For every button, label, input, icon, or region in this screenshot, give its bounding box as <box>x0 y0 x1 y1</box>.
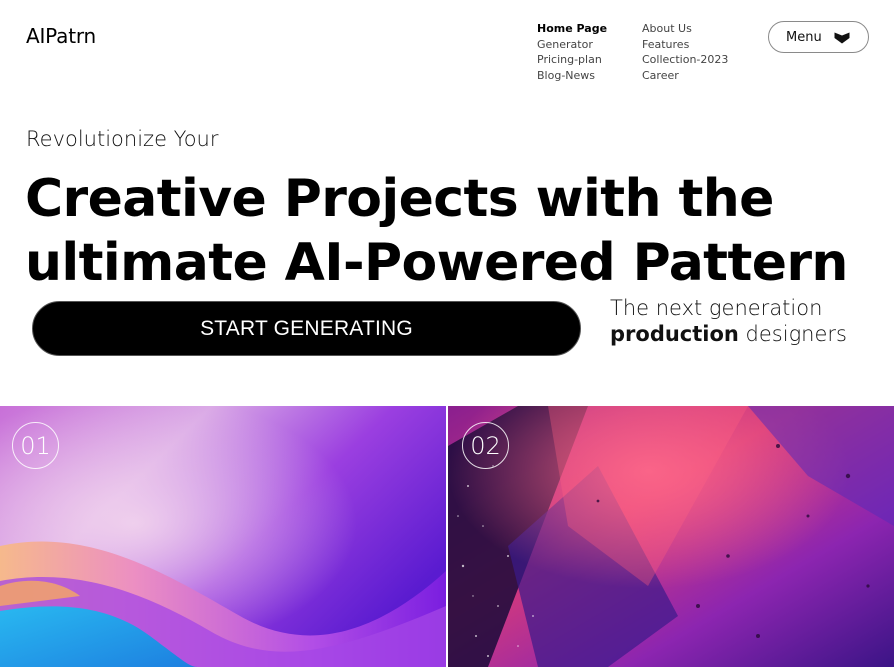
nav-column-primary: Home Page Generator Pricing-plan Blog-Ne… <box>537 21 607 84</box>
nav-link-career[interactable]: Career <box>642 68 728 84</box>
gallery-tile-02[interactable]: 02 <box>448 406 894 667</box>
nav-link-home-page[interactable]: Home Page <box>537 21 607 37</box>
nav-link-about-us[interactable]: About Us <box>642 21 728 37</box>
hero-headline-line-2: ultimate AI-Powered Pattern <box>25 233 848 293</box>
menu-button[interactable]: Menu <box>768 21 869 53</box>
tagline-line-1: The next generation <box>610 296 823 320</box>
hero-tagline: The next generation production designers <box>610 295 847 347</box>
nav-link-generator[interactable]: Generator <box>537 37 607 53</box>
tagline-bold-word: production <box>610 322 739 346</box>
cosmic-splatter-artwork <box>448 406 894 667</box>
menu-button-label: Menu <box>786 29 822 45</box>
hero-headline-line-1: Creative Projects with the <box>25 169 774 229</box>
nav-link-pricing-plan[interactable]: Pricing-plan <box>537 52 607 68</box>
gallery-tile-01[interactable]: 01 <box>0 406 446 667</box>
tile-number-badge: 02 <box>462 422 509 469</box>
hero-headline: Creative Projects with the ultimate AI-P… <box>25 167 865 295</box>
chevron-down-icon <box>834 31 850 44</box>
hero-eyebrow: Revolutionize Your <box>26 127 219 151</box>
nav-column-secondary: About Us Features Collection-2023 Career <box>642 21 728 84</box>
gradient-waves-artwork <box>0 406 446 667</box>
nav-link-features[interactable]: Features <box>642 37 728 53</box>
nav-link-blog-news[interactable]: Blog-News <box>537 68 607 84</box>
tile-number-badge: 01 <box>12 422 59 469</box>
logo[interactable]: AIPatrn <box>26 24 96 48</box>
nav-link-collection-2023[interactable]: Collection-2023 <box>642 52 728 68</box>
landing-page: AIPatrn Home Page Generator Pricing-plan… <box>0 0 894 667</box>
start-generating-button[interactable]: START GENERATING <box>32 301 581 356</box>
tagline-rest: designers <box>738 322 847 346</box>
